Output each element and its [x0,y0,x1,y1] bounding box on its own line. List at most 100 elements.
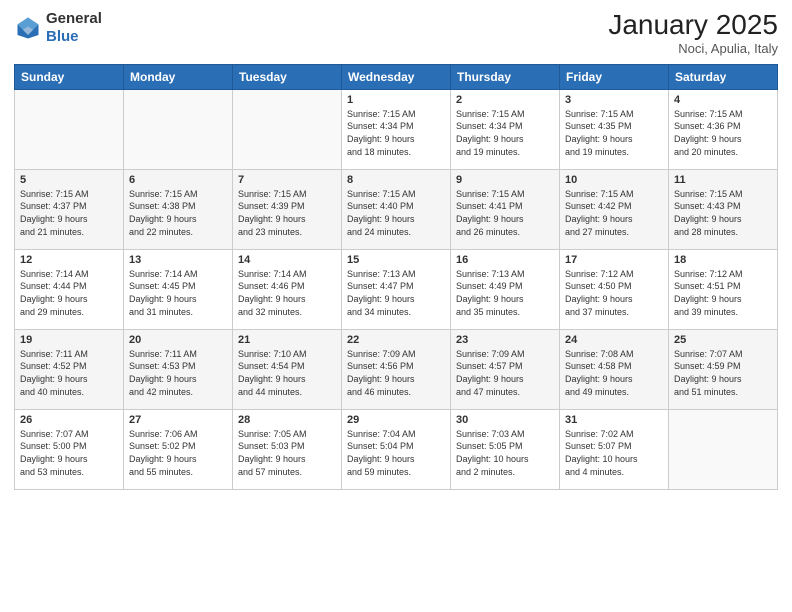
logo-text: General Blue [46,10,102,46]
day-number: 29 [347,414,445,426]
cell-line: Daylight: 9 hours [565,214,633,224]
cell-line: Sunrise: 7:07 AM [20,429,89,439]
day-number: 9 [456,174,554,186]
cell-line: Daylight: 9 hours [347,214,415,224]
calendar-table: SundayMondayTuesdayWednesdayThursdayFrid… [14,64,778,490]
cell-line: Sunrise: 7:15 AM [456,109,525,119]
calendar-cell: 25Sunrise: 7:07 AMSunset: 4:59 PMDayligh… [669,329,778,409]
cell-line: and 29 minutes. [20,307,84,317]
cell-line: Sunrise: 7:02 AM [565,429,634,439]
cell-line: Sunset: 4:42 PM [565,201,632,211]
calendar-cell: 2 Sunrise: 7:15 AMSunset: 4:34 PMDaylight… [451,89,560,169]
cell-content: Sunrise: 7:15 AM Sunset: 4:39 PM Daylight:… [238,188,336,238]
cell-line: Sunrise: 7:13 AM [456,269,525,279]
page: General Blue January 2025 Noci, Apulia, … [0,0,792,612]
cell-line: Daylight: 9 hours [674,294,742,304]
col-header-thursday: Thursday [451,64,560,89]
cell-line: and 22 minutes. [129,227,193,237]
cell-line: Sunset: 4:58 PM [565,361,632,371]
cell-line: Sunset: 4:37 PM [20,201,87,211]
calendar-cell: 22Sunrise: 7:09 AMSunset: 4:56 PMDayligh… [342,329,451,409]
cell-line: Sunrise: 7:11 AM [20,349,88,359]
cell-line: Sunrise: 7:07 AM [674,349,743,359]
cell-line: Sunset: 5:00 PM [20,441,87,451]
calendar-cell: 26Sunrise: 7:07 AMSunset: 5:00 PMDayligh… [15,409,124,489]
cell-line: Sunrise: 7:05 AM [238,429,307,439]
cell-line: Daylight: 9 hours [456,214,524,224]
calendar-cell: 8Sunrise: 7:15 AMSunset: 4:40 PMDaylight… [342,169,451,249]
logo-general: General [46,10,102,27]
cell-line: Sunset: 4:36 PM [674,121,741,131]
calendar-cell: 16Sunrise: 7:13 AMSunset: 4:49 PMDayligh… [451,249,560,329]
cell-line: Sunrise: 7:15 AM [674,109,743,119]
cell-line: and 23 minutes. [238,227,302,237]
cell-line: Sunset: 4:56 PM [347,361,414,371]
cell-line: Sunrise: 7:09 AM [456,349,525,359]
calendar-cell: 7 Sunrise: 7:15 AM Sunset: 4:39 PM Daylight… [233,169,342,249]
cell-line: Daylight: 10 hours [456,454,529,464]
cell-line: Sunrise: 7:15 AM [238,189,307,199]
day-number: 1 [347,94,445,106]
calendar-cell: 15Sunrise: 7:13 AMSunset: 4:47 PMDayligh… [342,249,451,329]
day-number: 2 [456,94,554,106]
cell-content: Sunrise: 7:13 AMSunset: 4:49 PMDaylight:… [456,268,554,318]
cell-content: Sunrise: 7:15 AMSunset: 4:42 PMDaylight:… [565,188,663,238]
cell-content: Sunrise: 7:15 AM Sunset: 4:36 PM Daylight:… [674,108,772,158]
calendar-cell [124,89,233,169]
day-number: 3 [565,94,663,106]
cell-line: and 32 minutes. [238,307,302,317]
cell-line: Daylight: 9 hours [674,134,742,144]
cell-line: and 2 minutes. [456,467,515,477]
cell-line: Daylight: 9 hours [347,294,415,304]
week-row-2: 5Sunrise: 7:15 AMSunset: 4:37 PMDaylight… [15,169,778,249]
cell-content: Sunrise: 7:13 AMSunset: 4:47 PMDaylight:… [347,268,445,318]
cell-content: Sunrise: 7:15 AMSunset: 4:41 PMDaylight:… [456,188,554,238]
cell-line: Sunrise: 7:14 AM [20,269,89,279]
cell-line: Daylight: 9 hours [238,374,306,384]
cell-line: Daylight: 9 hours [674,374,742,384]
day-number: 12 [20,254,118,266]
cell-line: Sunrise: 7:10 AM [238,349,307,359]
cell-content: Sunrise: 7:11 AMSunset: 4:53 PMDaylight:… [129,348,227,398]
calendar-cell: 24Sunrise: 7:08 AMSunset: 4:58 PMDayligh… [560,329,669,409]
cell-line: and 19 minutes. [456,147,520,157]
cell-line: Sunset: 5:07 PM [565,441,632,451]
col-header-wednesday: Wednesday [342,64,451,89]
cell-line: Daylight: 9 hours [238,294,306,304]
calendar-cell: 4Sunrise: 7:15 AMSunset: 4:36 PMDaylight… [669,89,778,169]
cell-line: Daylight: 9 hours [20,294,88,304]
cell-line: Sunrise: 7:03 AM [456,429,525,439]
day-number: 20 [129,334,227,346]
day-number: 7 [238,174,336,186]
cell-line: Sunrise: 7:06 AM [129,429,198,439]
title-block: January 2025 Noci, Apulia, Italy [608,10,778,56]
cell-line: Sunset: 4:34 PM [347,121,414,131]
cell-line: and 57 minutes. [238,467,302,477]
cell-line: Daylight: 9 hours [129,294,197,304]
cell-content: Sunrise: 7:15 AMSunset: 4:34 PMDaylight:… [456,108,554,158]
cell-content: Sunrise: 7:15 AMSunset: 4:40 PMDaylight:… [347,188,445,238]
day-number: 19 [20,334,118,346]
cell-line: Sunset: 4:38 PM [129,201,196,211]
cell-line: and 37 minutes. [565,307,629,317]
cell-content: Sunrise: 7:05 AMSunset: 5:03 PMDaylight:… [238,428,336,478]
cell-line: Sunset: 4:39 PM [238,201,305,211]
day-number: 30 [456,414,554,426]
location: Noci, Apulia, Italy [608,41,778,56]
calendar-cell: 6Sunrise: 7:15 AMSunset: 4:38 PMDaylight… [124,169,233,249]
cell-content: Sunrise: 7:10 AMSunset: 4:54 PMDaylight:… [238,348,336,398]
col-header-sunday: Sunday [15,64,124,89]
cell-line: Daylight: 9 hours [129,454,197,464]
cell-content: Sunrise: 7:08 AMSunset: 4:58 PMDaylight:… [565,348,663,398]
cell-line: and 19 minutes. [565,147,629,157]
cell-line: Sunset: 4:45 PM [129,281,196,291]
calendar-cell [669,409,778,489]
logo: General Blue [14,10,102,46]
cell-line: Daylight: 9 hours [238,214,306,224]
calendar-cell: 19Sunrise: 7:11 AMSunset: 4:52 PMDayligh… [15,329,124,409]
day-number: 11 [674,174,772,186]
cell-line: and 39 minutes. [674,307,738,317]
cell-line: and 40 minutes. [20,387,84,397]
calendar-cell: 10Sunrise: 7:15 AMSunset: 4:42 PMDayligh… [560,169,669,249]
cell-line: Daylight: 9 hours [238,454,306,464]
